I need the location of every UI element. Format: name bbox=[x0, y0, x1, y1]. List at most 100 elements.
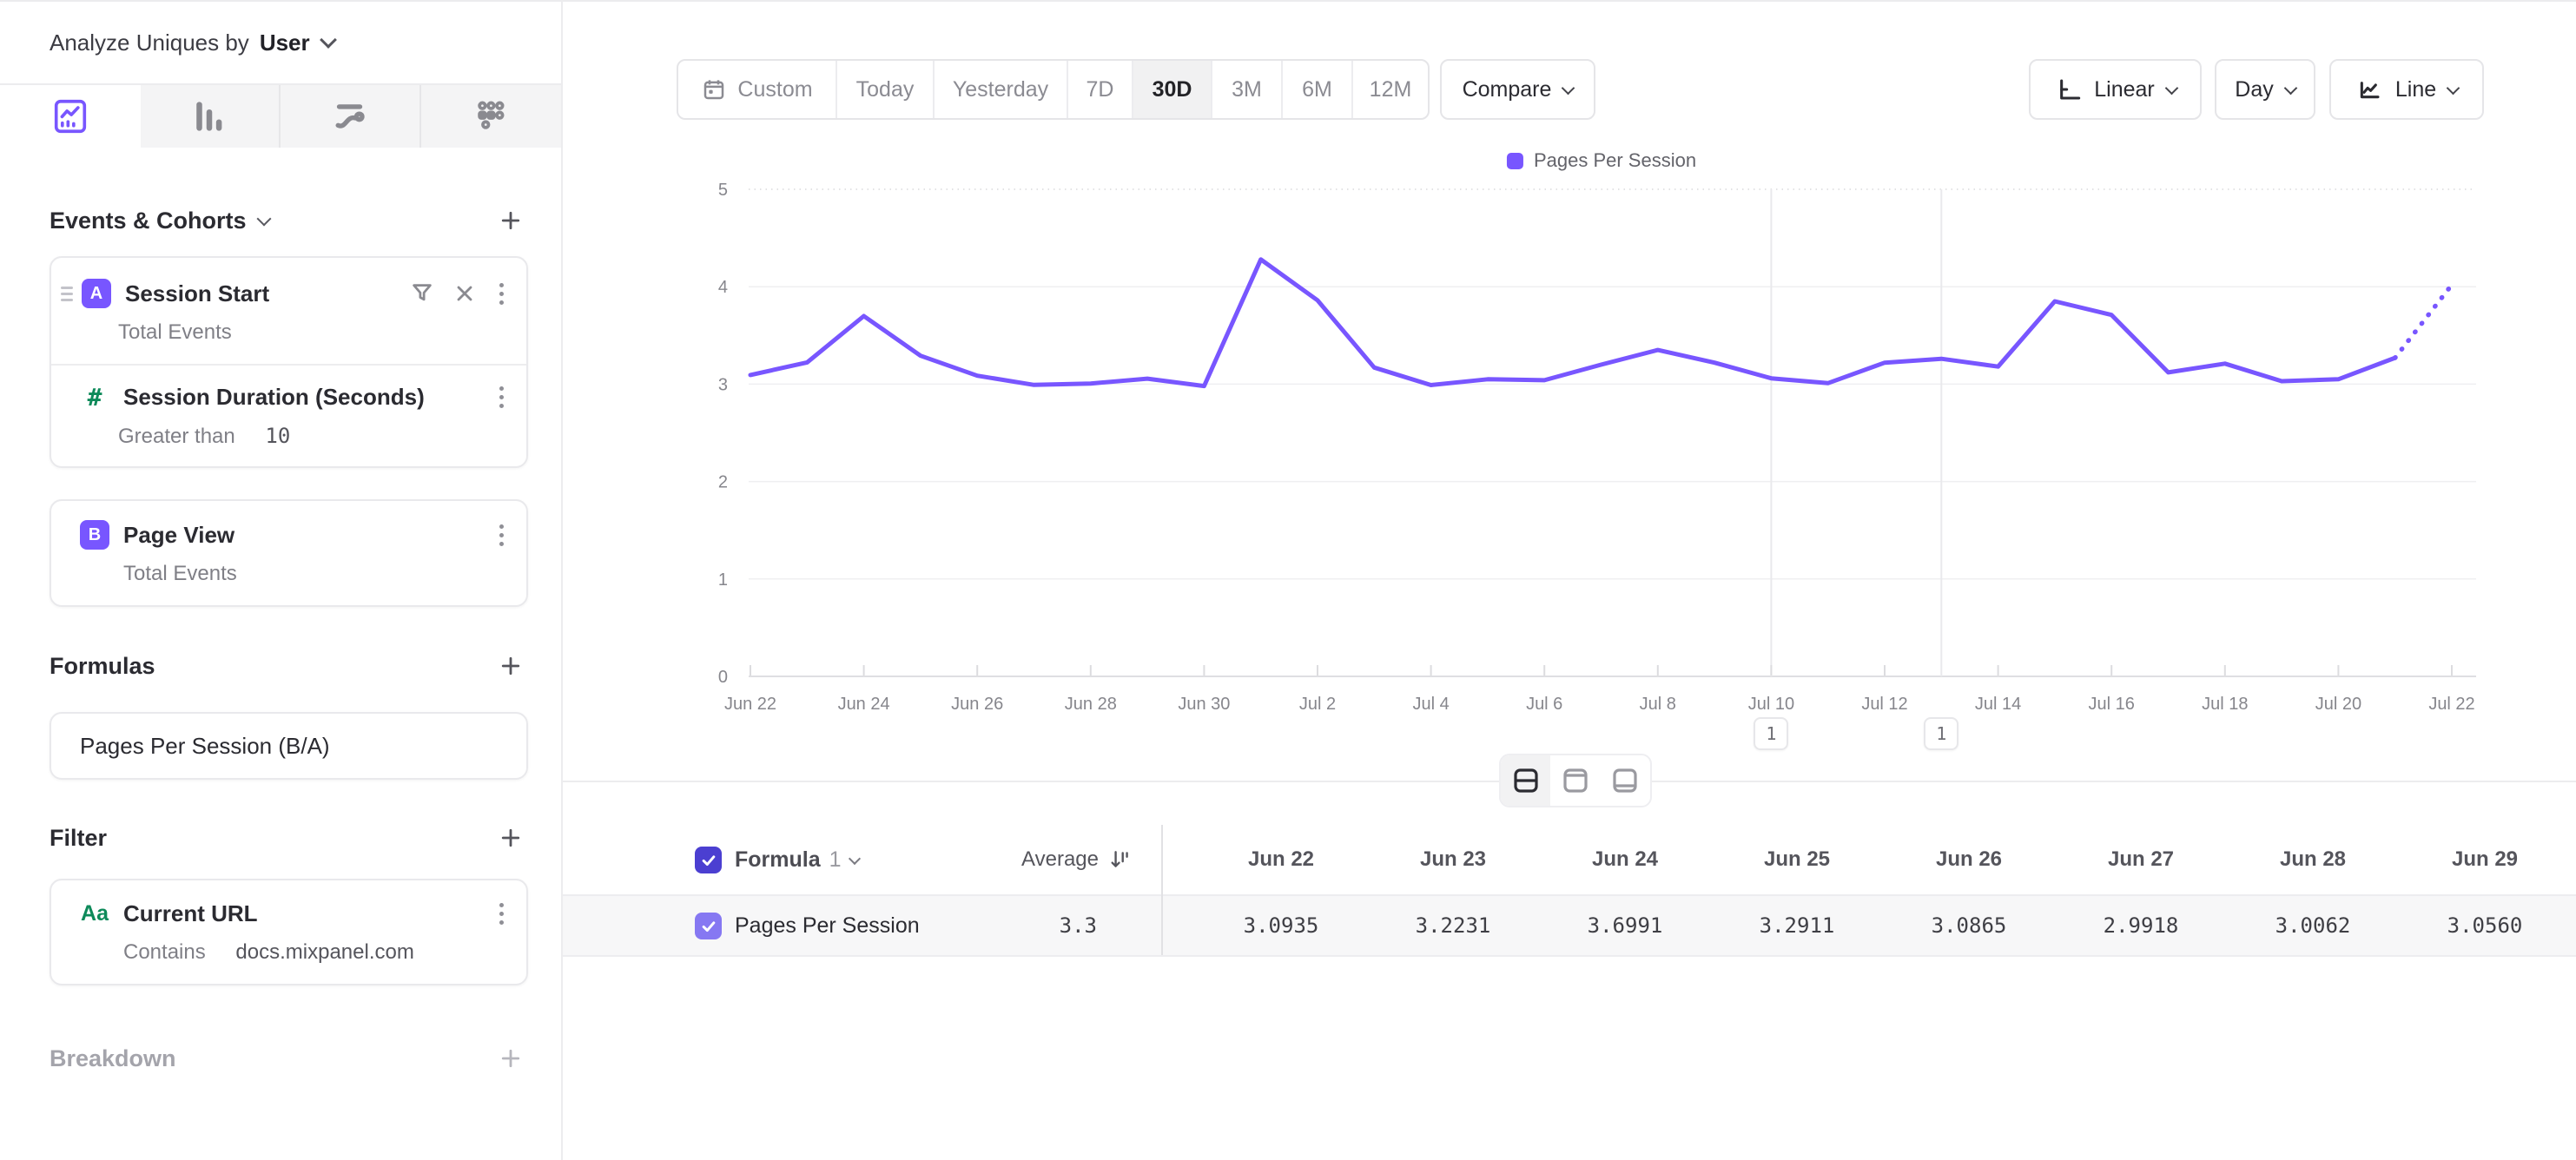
add-filter-button[interactable] bbox=[493, 821, 528, 855]
range-30d[interactable]: 30D bbox=[1133, 61, 1212, 118]
event-measure[interactable]: Total Events bbox=[118, 320, 509, 345]
table-cell-value: 3.6991 bbox=[1539, 896, 1711, 955]
add-formula-button[interactable] bbox=[493, 649, 528, 683]
event-measure[interactable]: Total Events bbox=[123, 562, 509, 586]
analyze-uniques-selector[interactable]: Analyze Uniques by User bbox=[0, 2, 561, 85]
annotation-marker[interactable]: 1 bbox=[1924, 717, 1958, 750]
compare-label: Compare bbox=[1463, 77, 1552, 102]
kebab-menu-icon[interactable] bbox=[494, 521, 509, 550]
event-card-page-view[interactable]: B Page View Total Events bbox=[50, 499, 528, 607]
row-checkbox[interactable] bbox=[695, 913, 722, 939]
tab-insights-line[interactable] bbox=[0, 85, 141, 148]
kebab-menu-icon[interactable] bbox=[494, 900, 509, 928]
y-axis-tick-label: 1 bbox=[718, 570, 728, 590]
date-column-header: Jun 28 bbox=[2227, 825, 2399, 894]
tab-flow[interactable] bbox=[281, 85, 421, 148]
section-title: Events & Cohorts bbox=[50, 208, 247, 234]
range-label: Yesterday bbox=[953, 77, 1048, 102]
chevron-down-icon[interactable] bbox=[256, 212, 271, 227]
event-name[interactable]: Page View bbox=[123, 522, 485, 549]
event-card-session-start[interactable]: A Session Start Total Events bbox=[50, 256, 528, 468]
chevron-down-icon bbox=[1562, 81, 1575, 95]
table-cell-value: 3.0560 bbox=[2399, 896, 2571, 955]
formula-group-label: Formula bbox=[735, 847, 821, 873]
metrics-grid-icon bbox=[471, 96, 511, 136]
date-column-header: Jun 25 bbox=[1711, 825, 1883, 894]
filter-funnel-icon[interactable] bbox=[409, 280, 435, 306]
compare-button[interactable]: Compare bbox=[1440, 59, 1595, 120]
interval-dropdown[interactable]: Day bbox=[2215, 59, 2315, 120]
y-axis-tick-label: 0 bbox=[718, 668, 728, 687]
section-title: Breakdown bbox=[50, 1045, 176, 1072]
property-filter-value[interactable]: 10 bbox=[265, 424, 290, 448]
checkbox-check-icon bbox=[700, 918, 717, 935]
plus-icon bbox=[499, 826, 523, 850]
average-column-header[interactable]: Average bbox=[823, 825, 1132, 894]
property-filter-operator[interactable]: Greater than bbox=[118, 425, 235, 448]
x-axis-tick-label: Jul 10 bbox=[1748, 695, 1794, 714]
section-filter: Filter bbox=[50, 817, 528, 859]
layout-toggle-group bbox=[1499, 754, 1652, 807]
kebab-menu-icon[interactable] bbox=[494, 383, 509, 412]
select-all-checkbox[interactable] bbox=[695, 847, 722, 873]
filter-property-name[interactable]: Current URL bbox=[123, 900, 485, 927]
results-table-header: Formula 1 Average Jun 22Jun 23Jun 24Jun … bbox=[563, 825, 2576, 894]
range-3m[interactable]: 3M bbox=[1212, 61, 1283, 118]
range-6m[interactable]: 6M bbox=[1283, 61, 1353, 118]
x-axis-tick-label: Jul 8 bbox=[1640, 695, 1676, 714]
range-12m[interactable]: 12M bbox=[1353, 61, 1428, 118]
scale-label: Linear bbox=[2094, 77, 2155, 102]
section-formulas: Formulas bbox=[50, 645, 528, 687]
results-table-row[interactable]: Pages Per Session 3.3 3.09353.22313.6991… bbox=[563, 894, 2576, 957]
section-title: Formulas bbox=[50, 653, 155, 680]
section-title: Filter bbox=[50, 825, 107, 852]
x-axis-tick-label: Jul 6 bbox=[1526, 695, 1562, 714]
drag-handle-icon[interactable] bbox=[61, 287, 75, 301]
analyze-value[interactable]: User bbox=[260, 30, 310, 56]
x-axis-tick-label: Jun 28 bbox=[1065, 695, 1117, 714]
add-event-button[interactable] bbox=[493, 203, 528, 238]
range-custom[interactable]: Custom bbox=[678, 61, 837, 118]
date-column-header: Jun 23 bbox=[1367, 825, 1539, 894]
split-horizontal-icon bbox=[1512, 768, 1540, 794]
filter-value[interactable]: docs.mixpanel.com bbox=[235, 940, 413, 964]
section-breakdown: Breakdown bbox=[50, 1038, 528, 1079]
tab-metrics-grid[interactable] bbox=[421, 85, 562, 148]
scale-dropdown[interactable]: Linear bbox=[2029, 59, 2202, 120]
chart-type-dropdown[interactable]: Line bbox=[2329, 59, 2484, 120]
insights-line-chart-icon bbox=[50, 96, 90, 136]
formula-card[interactable]: Pages Per Session (B/A) bbox=[50, 712, 528, 780]
calendar-icon bbox=[701, 76, 727, 102]
line-chart-svg[interactable]: 012345Jun 22Jun 24Jun 26Jun 28Jun 30Jul … bbox=[563, 132, 2576, 792]
layout-split-horizontal-button[interactable] bbox=[1501, 755, 1550, 806]
range-7d[interactable]: 7D bbox=[1068, 61, 1133, 118]
range-label: Custom bbox=[737, 77, 812, 102]
table-cell-value: 3.0865 bbox=[1883, 896, 2055, 955]
flow-icon bbox=[330, 96, 370, 136]
annotation-marker[interactable]: 1 bbox=[1754, 717, 1788, 750]
range-today[interactable]: Today bbox=[837, 61, 935, 118]
y-axis-tick-label: 5 bbox=[718, 181, 728, 200]
range-label: 12M bbox=[1370, 77, 1412, 102]
x-axis-tick-label: Jun 24 bbox=[838, 695, 890, 714]
add-breakdown-button[interactable] bbox=[493, 1041, 528, 1076]
layout-panel-top-button[interactable] bbox=[1550, 755, 1600, 806]
y-axis-tick-label: 3 bbox=[718, 375, 728, 394]
bar-chart-icon bbox=[189, 96, 229, 136]
query-builder-sidebar: Analyze Uniques by User bbox=[0, 2, 563, 1160]
filter-card-current-url[interactable]: Aa Current URL Contains docs.mixpanel.co… bbox=[50, 879, 528, 985]
checkbox-check-icon bbox=[700, 852, 717, 869]
formula-name[interactable]: Pages Per Session (B/A) bbox=[80, 733, 330, 760]
close-icon[interactable] bbox=[452, 281, 477, 306]
property-filter-name[interactable]: Session Duration (Seconds) bbox=[123, 384, 485, 411]
x-axis-tick-label: Jul 16 bbox=[2089, 695, 2135, 714]
sort-descending-icon bbox=[1109, 848, 1132, 871]
event-name[interactable]: Session Start bbox=[125, 280, 400, 307]
range-label: Today bbox=[856, 77, 915, 102]
range-yesterday[interactable]: Yesterday bbox=[935, 61, 1068, 118]
layout-panel-bottom-button[interactable] bbox=[1601, 755, 1650, 806]
kebab-menu-icon[interactable] bbox=[494, 280, 509, 308]
x-axis-tick-label: Jun 30 bbox=[1178, 695, 1230, 714]
tab-bar-chart[interactable] bbox=[141, 85, 281, 148]
filter-operator[interactable]: Contains bbox=[123, 940, 206, 964]
